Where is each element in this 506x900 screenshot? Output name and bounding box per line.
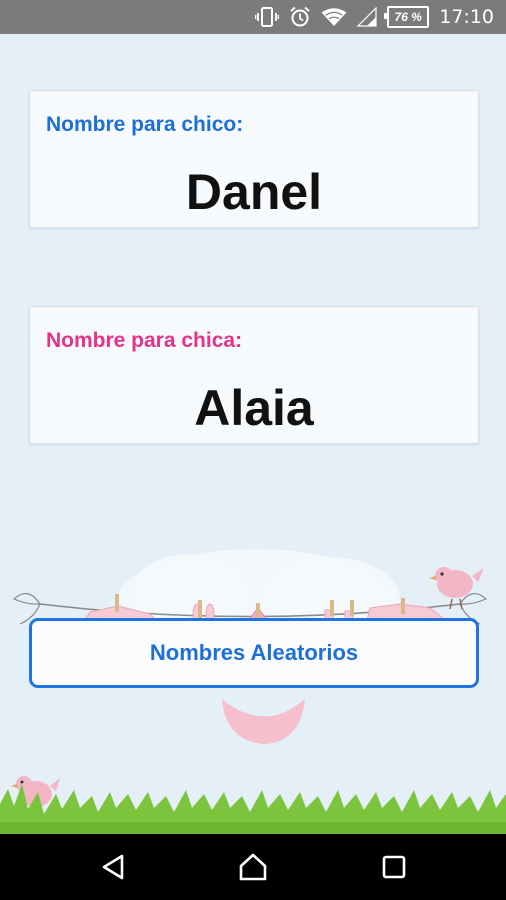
back-icon[interactable] xyxy=(97,851,129,883)
signal-icon xyxy=(357,7,377,27)
navigation-bar xyxy=(0,834,506,900)
girl-name-label: Nombre para chica: xyxy=(46,329,243,352)
girl-name-card: Nombre para chica: Alaia xyxy=(29,306,479,444)
boy-name-card: Nombre para chico: Danel xyxy=(29,90,479,228)
home-icon[interactable] xyxy=(237,851,269,883)
vibrate-icon xyxy=(255,6,280,28)
alarm-icon xyxy=(289,6,311,28)
app-content: Nombre para chico: Danel Nombre para chi… xyxy=(0,34,506,834)
boy-name-value: Danel xyxy=(185,164,323,220)
status-icons: 76 % 17:10 xyxy=(255,0,506,34)
battery-icon: 76 % xyxy=(384,6,430,28)
recents-icon[interactable] xyxy=(378,851,410,883)
wifi-icon xyxy=(321,7,347,27)
status-bar: 76 % 17:10 xyxy=(0,0,506,34)
girl-name-value: Alaia xyxy=(194,380,314,436)
boy-name-label: Nombre para chico: xyxy=(46,113,244,136)
random-names-button[interactable]: Nombres Aleatorios xyxy=(29,618,479,688)
status-time: 17:10 xyxy=(439,6,494,28)
